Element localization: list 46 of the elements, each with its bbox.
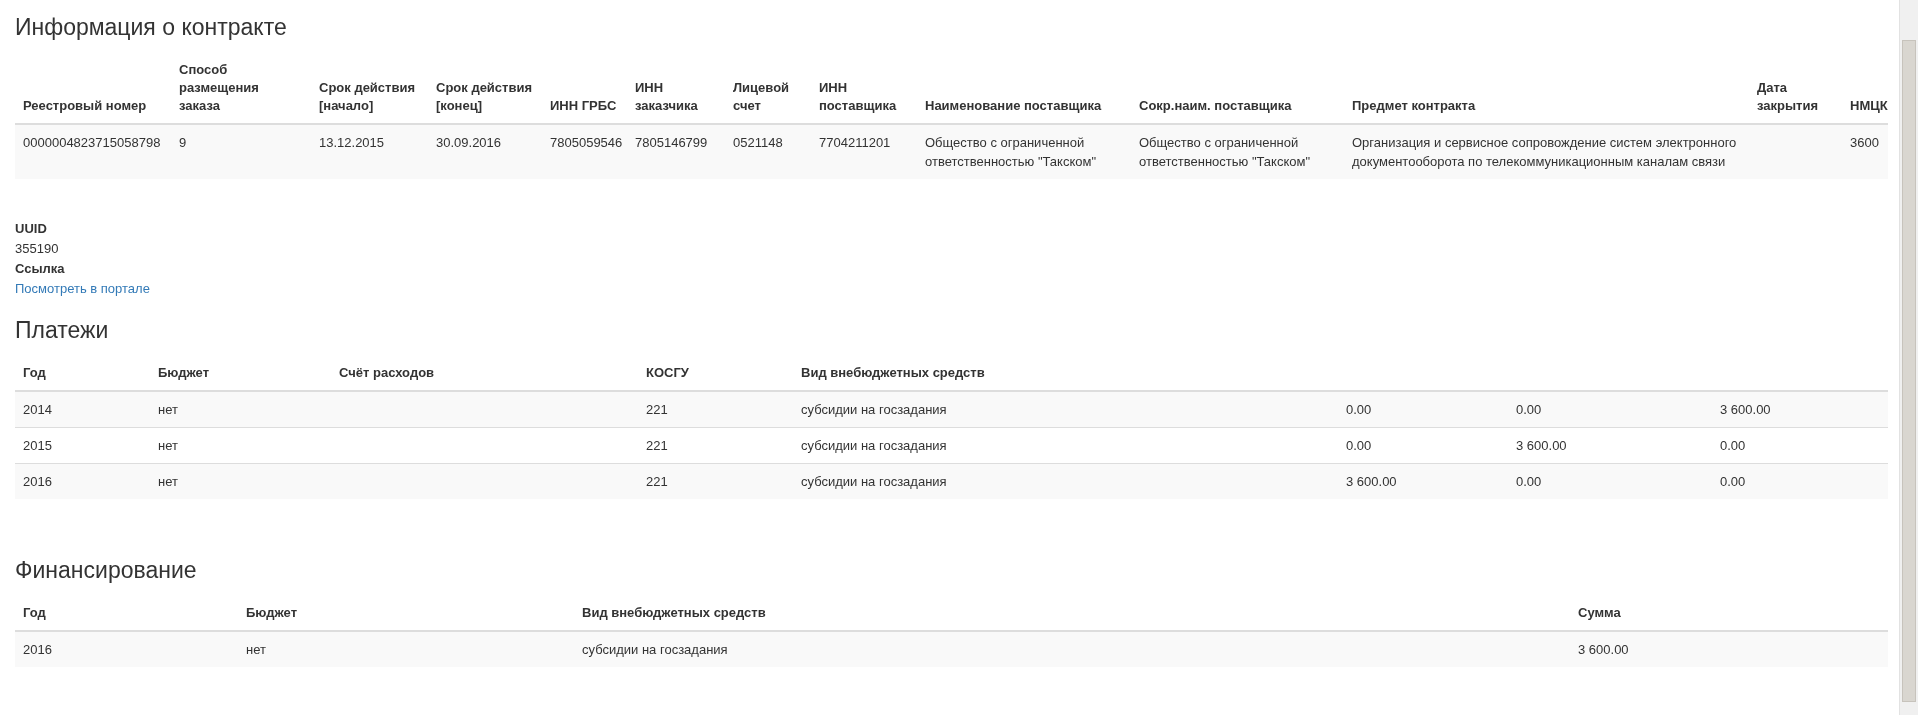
table-cell: 3 600.00 [1712,391,1888,428]
table-cell: 7704211201 [811,124,917,179]
scrollbar-thumb[interactable] [1902,40,1916,702]
table-cell: 2015 [15,427,150,464]
section-title: Информация о контракте [15,14,287,41]
table-cell: 13.12.2015 [311,124,428,179]
table-cell: нет [150,391,331,428]
table-cell: 30.09.2016 [428,124,542,179]
section-title: Финансирование [15,557,197,584]
table-cell: 221 [638,463,793,499]
field-label: UUID [15,220,47,238]
table-cell: 9 [171,124,311,179]
table-cell: 7805146799 [627,124,725,179]
section-title: Платежи [15,317,109,344]
table-cell: 7805059546 [542,124,627,179]
table-cell: Организация и сервисное сопровождение систем электронного документооборота по телекоммуникационным каналам связи [1344,124,1749,179]
table-cell: 3 600.00 [1338,463,1508,499]
table-cell: 3 600.00 [1570,631,1888,667]
table-cell: 0.00 [1508,391,1712,428]
table-cell: Общество с ограниченной ответственностью "Такском" [1131,124,1344,179]
field-label: Ссылка [15,260,65,278]
table-cell: 221 [638,391,793,428]
table-cell: 0.00 [1338,427,1508,464]
table-cell: субсидии на госзадания [793,463,1338,499]
table-cell: субсидии на госзадания [574,631,1570,667]
table-cell: 3600 [1842,124,1888,179]
portal-link[interactable]: Посмотреть в портале [15,279,150,299]
table-cell: нет [238,631,574,667]
table-cell: 2014 [15,391,150,428]
table-cell: 0.00 [1338,391,1508,428]
table-cell: 0.00 [1712,427,1888,464]
table-cell: 0.00 [1712,463,1888,499]
field-value: 355190 [15,240,59,258]
table-cell: 0000004823715058798 [15,124,171,179]
table-cell: 2016 [15,631,238,667]
table-cell: 2016 [15,463,150,499]
table-cell: 221 [638,427,793,464]
table-cell: нет [150,427,331,464]
table-cell: субсидии на госзадания [793,427,1338,464]
table-cell: нет [150,463,331,499]
scrollbar[interactable] [1899,0,1918,715]
table-cell: Общество с ограниченной ответственностью "Такском" [917,124,1131,179]
table-cell: 0.00 [1508,463,1712,499]
table-cell: 3 600.00 [1508,427,1712,464]
table-cell: 0521148 [725,124,811,179]
table-cell: субсидии на госзадания [793,391,1338,428]
